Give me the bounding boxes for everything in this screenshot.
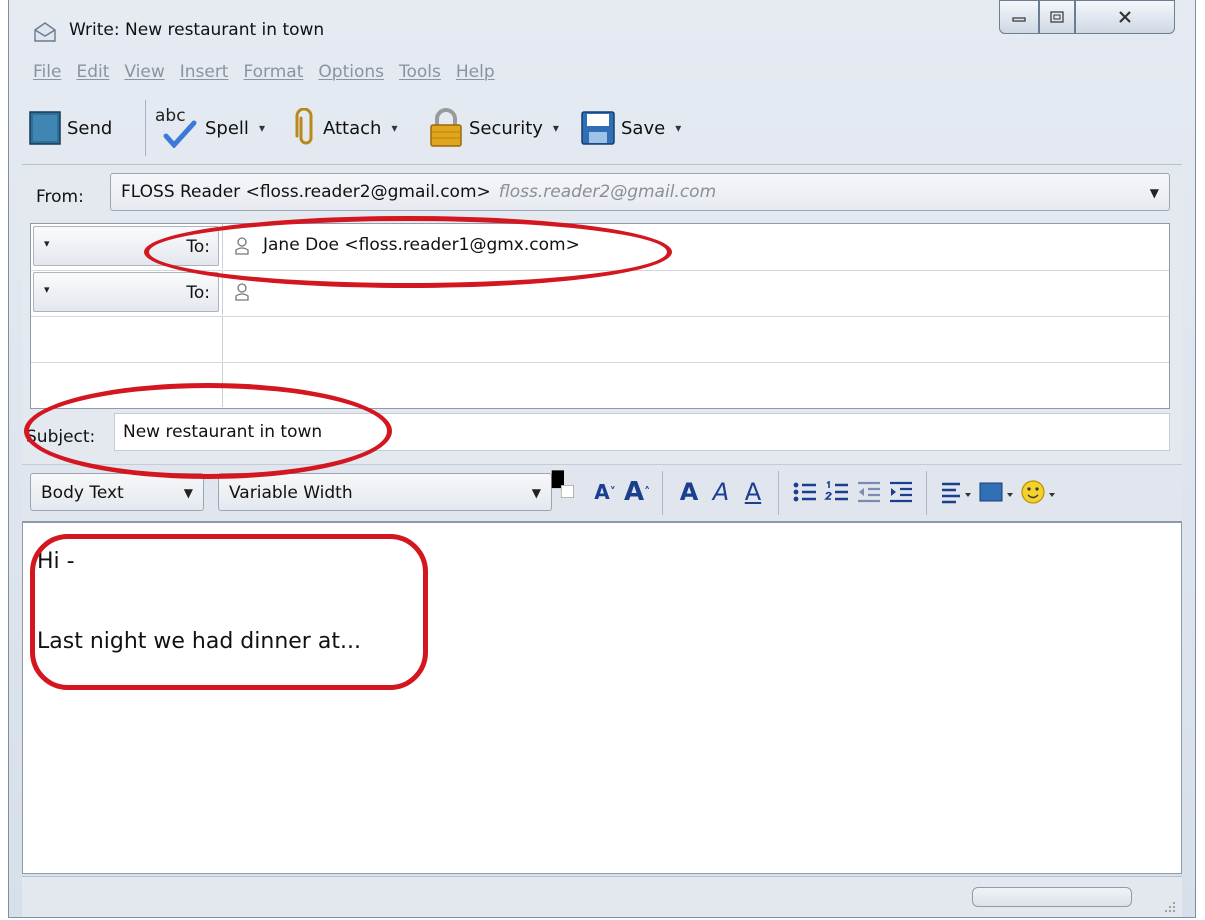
person-icon — [235, 237, 249, 255]
smiley-icon[interactable] — [1020, 477, 1058, 507]
main-toolbar: Send abc Spell ▾ Attach ▾ Security ▾ Sav… — [29, 94, 1179, 164]
attach-dropdown-icon[interactable]: ▾ — [391, 121, 397, 135]
outdent-icon[interactable] — [856, 477, 882, 507]
recipient-type-cell: ▾ To: — [31, 270, 223, 315]
recipient-type-cell — [31, 362, 223, 407]
font-dropdown-icon: ▼ — [531, 486, 541, 500]
subject-value: New restaurant in town — [123, 422, 323, 442]
recipient-type-label: To: — [186, 283, 210, 303]
resize-grip-icon[interactable] — [1164, 901, 1176, 913]
maximize-icon — [1050, 11, 1064, 23]
format-separator — [926, 471, 927, 515]
paperclip-icon — [295, 108, 313, 145]
close-icon — [1119, 11, 1131, 23]
spell-label: Spell — [205, 117, 249, 139]
from-label: From: — [36, 187, 84, 207]
window-title: Write: New restaurant in town — [69, 20, 325, 40]
recipient-type-cell: ▾ To: — [31, 224, 223, 269]
numbered-list-icon[interactable] — [824, 477, 850, 507]
from-value: FLOSS Reader <floss.reader2@gmail.com> fl… — [121, 182, 716, 202]
header-panel: From: FLOSS Reader <floss.reader2@gmail.… — [22, 164, 1182, 465]
security-label: Security — [469, 117, 543, 139]
recipient-row: ▾ To: — [31, 270, 1169, 317]
recipient-row-empty[interactable] — [31, 316, 1169, 363]
recipient-row: ▾ To: Jane Doe <floss.reader1@gmx.com> — [31, 224, 1169, 271]
menu-format[interactable]: Format — [243, 62, 303, 90]
subject-label: Subject: — [26, 427, 96, 447]
from-address: FLOSS Reader <floss.reader2@gmail.com> — [121, 182, 491, 202]
menu-help[interactable]: Help — [456, 62, 495, 90]
recipient-list: ▾ To: Jane Doe <floss.reader1@gmx.com> ▾… — [30, 223, 1170, 409]
spell-dropdown-icon[interactable]: ▾ — [259, 121, 265, 135]
menu-bar: File Edit View Insert Format Options Too… — [33, 62, 495, 90]
status-bar — [22, 876, 1182, 917]
minimize-button[interactable] — [999, 0, 1039, 34]
body-line: Last night we had dinner at... — [37, 629, 361, 654]
recipient-type-label: To: — [186, 237, 210, 257]
font-value: Variable Width — [229, 483, 353, 503]
minimize-icon — [1012, 17, 1026, 22]
format-separator — [662, 471, 663, 515]
save-label: Save — [621, 117, 666, 139]
recipient-type-cell — [31, 316, 223, 361]
spell-button[interactable]: abc Spell ▾ — [155, 104, 265, 152]
format-toolbar: Body Text ▼ Variable Width ▼ A ˅ A ˄ A A A — [22, 464, 1182, 523]
paragraph-style-dropdown-icon: ▼ — [183, 486, 193, 500]
format-separator — [778, 471, 779, 515]
menu-file[interactable]: File — [33, 62, 61, 90]
indent-icon[interactable] — [888, 477, 914, 507]
recipient-type-select[interactable]: ▾ To: — [33, 272, 219, 312]
send-icon — [29, 111, 61, 145]
recipient-address-input[interactable]: Jane Doe <floss.reader1@gmx.com> — [263, 235, 580, 255]
compose-icon — [34, 22, 56, 42]
menu-view[interactable]: View — [124, 62, 164, 90]
bold-icon[interactable]: A — [676, 477, 702, 507]
subject-input[interactable]: New restaurant in town — [114, 413, 1170, 451]
attach-button[interactable]: Attach ▾ — [293, 104, 397, 152]
smaller-font-icon[interactable]: A ˅ — [592, 477, 618, 507]
recipient-type-dropdown-icon: ▾ — [44, 283, 50, 296]
recipient-type-select[interactable]: ▾ To: — [33, 226, 219, 266]
menu-edit[interactable]: Edit — [76, 62, 109, 90]
menu-insert[interactable]: Insert — [180, 62, 229, 90]
send-button[interactable]: Send — [29, 104, 112, 152]
recipient-type-dropdown-icon: ▾ — [44, 237, 50, 250]
message-body-editor[interactable]: Hi - Last night we had dinner at... — [22, 522, 1182, 874]
text-color-icon[interactable] — [544, 469, 584, 499]
floppy-disk-icon — [581, 111, 615, 145]
italic-icon[interactable]: A — [708, 477, 734, 507]
paragraph-style-value: Body Text — [41, 483, 124, 503]
from-dropdown-icon: ▼ — [1149, 186, 1159, 200]
toolbar-separator — [145, 100, 146, 156]
from-select[interactable]: FLOSS Reader <floss.reader2@gmail.com> fl… — [110, 173, 1170, 211]
insert-object-icon[interactable] — [978, 477, 1016, 507]
underline-icon[interactable]: A — [740, 477, 766, 507]
font-select[interactable]: Variable Width ▼ — [218, 473, 552, 511]
close-button[interactable] — [1075, 0, 1175, 34]
person-icon — [235, 283, 249, 301]
checkmark-icon — [163, 120, 197, 148]
save-dropdown-icon[interactable]: ▾ — [675, 121, 681, 135]
bullet-list-icon[interactable] — [792, 477, 818, 507]
spell-icon: abc — [155, 106, 199, 150]
security-button[interactable]: Security ▾ — [429, 104, 559, 152]
attach-label: Attach — [323, 117, 382, 139]
menu-options[interactable]: Options — [318, 62, 384, 90]
align-icon[interactable] — [940, 477, 974, 507]
maximize-button[interactable] — [1039, 0, 1075, 34]
security-dropdown-icon[interactable]: ▾ — [553, 121, 559, 135]
save-button[interactable]: Save ▾ — [581, 104, 681, 152]
larger-font-icon[interactable]: A ˄ — [622, 477, 652, 507]
send-label: Send — [67, 117, 113, 139]
recipient-row-empty[interactable] — [31, 362, 1169, 408]
progress-bar — [972, 887, 1132, 907]
from-identity: floss.reader2@gmail.com — [498, 182, 717, 202]
title-bar: Write: New restaurant in town — [9, 0, 1195, 54]
body-line: Hi - — [37, 549, 75, 574]
lock-icon — [430, 108, 462, 147]
menu-tools[interactable]: Tools — [399, 62, 441, 90]
paragraph-style-select[interactable]: Body Text ▼ — [30, 473, 204, 511]
